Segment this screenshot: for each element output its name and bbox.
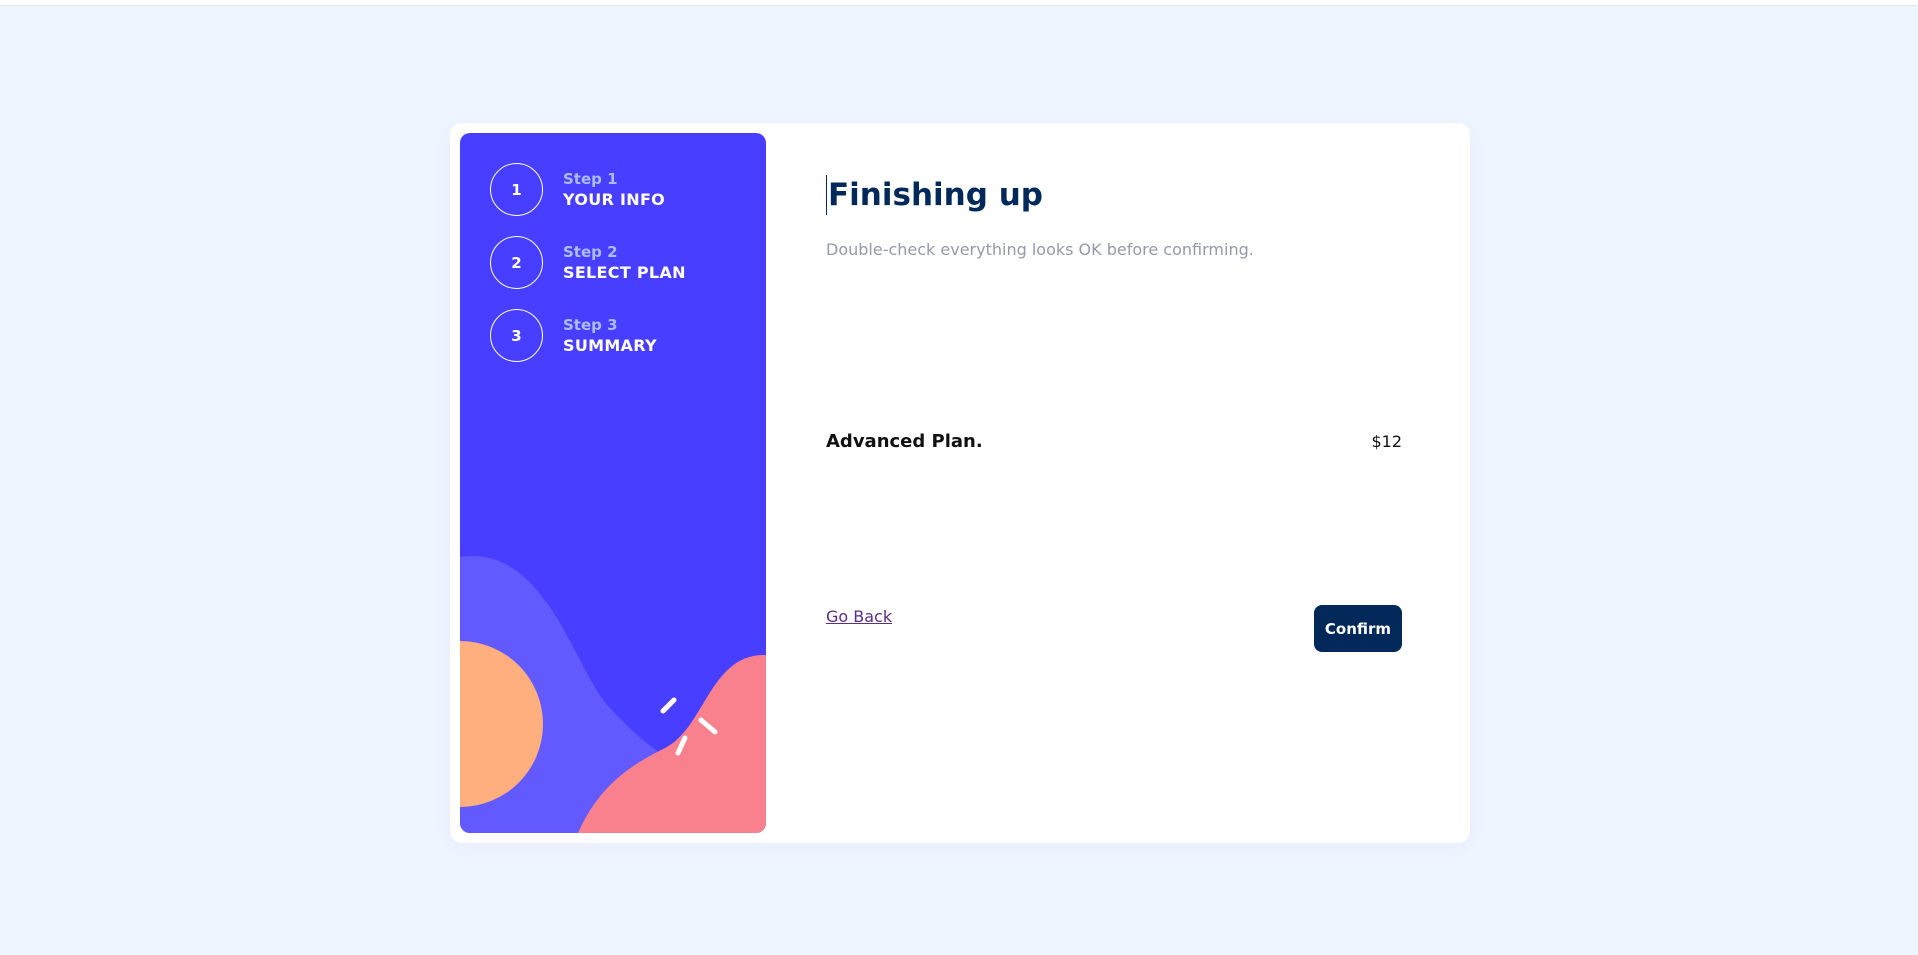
step-title: SUMMARY <box>563 336 657 355</box>
step-item-select-plan[interactable]: 2 Step 2 SELECT PLAN <box>490 236 686 289</box>
step-list: 1 Step 1 YOUR INFO 2 Step 2 SELECT PLAN … <box>490 163 686 382</box>
summary-panel: Finishing up Double-check everything loo… <box>826 123 1426 843</box>
page-subtitle: Double-check everything looks OK before … <box>826 240 1254 259</box>
sidebar: 1 Step 1 YOUR INFO 2 Step 2 SELECT PLAN … <box>460 133 766 833</box>
confirm-button[interactable]: Confirm <box>1314 605 1402 652</box>
browser-top-edge <box>0 0 1918 6</box>
step-title: YOUR INFO <box>563 190 666 209</box>
form-card: 1 Step 1 YOUR INFO 2 Step 2 SELECT PLAN … <box>450 123 1470 843</box>
go-back-link[interactable]: Go Back <box>826 607 892 626</box>
step-item-summary[interactable]: 3 Step 3 SUMMARY <box>490 309 686 362</box>
plan-price: $12 <box>1371 432 1402 451</box>
step-kicker: Step 1 <box>563 170 618 188</box>
step-number-1: 1 <box>490 163 543 216</box>
plan-summary-row: Advanced Plan. $12 <box>826 431 1402 452</box>
plan-name: Advanced Plan. <box>826 431 983 452</box>
step-kicker: Step 3 <box>563 316 618 334</box>
step-title: SELECT PLAN <box>563 263 686 282</box>
page-title: Finishing up <box>826 175 1043 215</box>
step-number-3: 3 <box>490 309 543 362</box>
step-kicker: Step 2 <box>563 243 618 261</box>
step-number-2: 2 <box>490 236 543 289</box>
step-item-your-info[interactable]: 1 Step 1 YOUR INFO <box>490 163 686 216</box>
